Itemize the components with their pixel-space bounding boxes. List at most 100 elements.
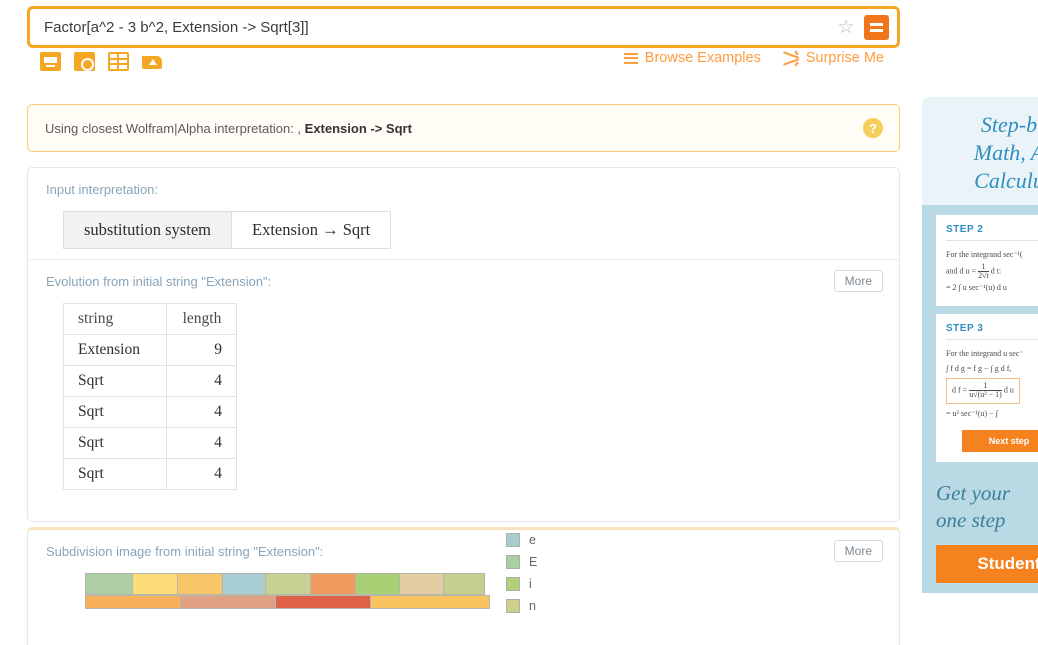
table-row: Sqrt 4 <box>63 458 237 490</box>
notice-emphasis: Extension -> Sqrt <box>304 120 412 136</box>
pod-title-input-interpretation: Input interpretation: <box>46 182 159 197</box>
search-input[interactable] <box>30 18 834 36</box>
cell-length: 4 <box>166 365 237 397</box>
input-interpretation-table: substitution system Extension → Sqrt <box>63 211 392 249</box>
cell-string: Sqrt <box>63 427 167 459</box>
boxed-tail: d u <box>1003 385 1014 395</box>
table-row: Sqrt 4 <box>63 365 237 397</box>
legend-swatch <box>506 577 520 591</box>
subdivision-cell <box>354 573 401 595</box>
subdivision-more-button[interactable]: More <box>833 540 883 562</box>
input-tool-icons <box>40 52 163 71</box>
subdivision-cell <box>443 573 485 595</box>
sidebar-advertisement[interactable]: Step-b Math, A Calculu STEP 2 For the in… <box>922 97 1038 593</box>
subdivision-cell <box>369 595 490 609</box>
star-icon[interactable]: ☆ <box>834 15 858 39</box>
subdivision-row <box>85 595 493 609</box>
subdivision-legend: eEin <box>506 529 537 617</box>
legend-label: e <box>529 533 536 547</box>
boxed-lead: d f = <box>952 385 968 395</box>
camera-icon[interactable] <box>74 52 95 71</box>
pod-input-interpretation: Input interpretation: substitution syste… <box>28 168 899 259</box>
wolfram-alpha-results-page: ☆ Browse Examples Surprise Me Using clos… <box>0 0 1038 645</box>
ad-footer: Get your one step Student <box>922 473 1038 593</box>
results-container-primary: Input interpretation: substitution syste… <box>27 167 900 522</box>
notice-text: Using closest Wolfram|Alpha interpretati… <box>28 121 863 136</box>
divider <box>946 338 1038 340</box>
table-icon[interactable] <box>108 52 129 71</box>
subdivision-cell <box>85 573 134 595</box>
subdivision-cell <box>176 573 223 595</box>
surprise-me-link[interactable]: Surprise Me <box>782 49 884 67</box>
hamburger-icon <box>623 52 638 64</box>
evolution-table: string length Extension 9 Sqrt 4 Sqrt 4 Sqrt 4 S… <box>63 303 237 490</box>
pod-evolution: More Evolution from initial string "Exte… <box>28 259 899 500</box>
search-bar[interactable]: ☆ <box>27 6 900 48</box>
step-3-label: STEP 3 <box>946 322 984 334</box>
shuffle-icon <box>782 49 799 67</box>
interpretation-notice: Using closest Wolfram|Alpha interpretati… <box>27 104 900 152</box>
cell-length: 4 <box>166 427 237 459</box>
evolution-more-button[interactable]: More <box>833 270 883 292</box>
cell-string: Sqrt <box>63 396 167 428</box>
step-2-line-2-lead: and d u = <box>946 266 977 276</box>
legend-swatch <box>506 599 520 613</box>
legend-label: i <box>529 577 532 591</box>
fraction-denominator: 2√t <box>978 271 989 281</box>
toolbar-row: Browse Examples Surprise Me <box>27 49 900 78</box>
cell-string: Sqrt <box>63 458 167 490</box>
step-3-line-4: = u² sec⁻¹(u) − ∫ <box>946 408 998 418</box>
cell-length: 9 <box>166 334 237 366</box>
next-step-button[interactable]: Next step <box>962 429 1038 452</box>
ad-footer-line-1: Get your <box>936 480 1011 505</box>
legend-swatch <box>506 555 520 569</box>
step-2-line-2: and d u = 1 2√t d t: <box>946 262 1038 281</box>
table-row: Sqrt 4 <box>63 427 237 459</box>
fraction-denominator: u√(u² − 1) <box>969 390 1002 400</box>
ad-headline: Step-b Math, A Calculu <box>922 97 1038 206</box>
subdivision-cell <box>179 595 276 609</box>
evolution-table-body: Extension 9 Sqrt 4 Sqrt 4 Sqrt 4 Sqrt 4 <box>63 334 237 490</box>
results-container-subdivision: More Subdivision image from initial stri… <box>27 527 900 645</box>
legend-item: i <box>506 573 537 595</box>
column-header-length: length <box>166 303 237 335</box>
step-3-boxed-formula: d f = 1 u√(u² − 1) d u <box>946 378 1020 404</box>
legend-item: e <box>506 529 537 551</box>
keyboard-icon[interactable] <box>40 52 61 71</box>
legend-label: E <box>529 555 538 569</box>
step-card-3: STEP 3 For the integrand u sec⁻ ∫ f d g … <box>936 313 1038 462</box>
cell-string: Sqrt <box>63 365 167 397</box>
student-cta-button[interactable]: Student <box>936 544 1038 583</box>
fraction: 1 u√(u² − 1) <box>969 381 1002 400</box>
subdivision-cell <box>132 573 178 595</box>
help-icon[interactable]: ? <box>863 118 883 138</box>
step-2-line-1: For the integrand sec⁻¹( <box>946 250 1023 260</box>
subdivision-row <box>85 573 493 595</box>
subdivision-cell <box>310 573 356 595</box>
legend-item: n <box>506 595 537 617</box>
ad-headline-line-1: Step-b <box>980 112 1038 137</box>
browse-examples-link[interactable]: Browse Examples <box>623 50 761 66</box>
step-2-line-2-tail: d t: <box>990 266 1002 276</box>
toolbar-links: Browse Examples Surprise Me <box>623 49 884 67</box>
legend-label: n <box>529 599 536 613</box>
table-row: Extension 9 <box>63 334 237 366</box>
subdivision-cell <box>85 595 181 609</box>
pod-subdivision: More Subdivision image from initial stri… <box>28 530 899 613</box>
interp-cell-system: substitution system <box>64 212 231 248</box>
step-2-line-3: = 2 ∫ u sec⁻¹(u) d u <box>946 283 1007 293</box>
ad-headline-line-2: Math, A <box>973 140 1038 166</box>
ad-headline-line-3: Calculu <box>974 168 1038 194</box>
surprise-me-label: Surprise Me <box>805 50 884 66</box>
compute-equals-button[interactable] <box>864 14 889 40</box>
upload-icon[interactable] <box>142 52 163 71</box>
browse-examples-label: Browse Examples <box>644 50 761 66</box>
step-3-line-1: For the integrand u sec⁻ <box>946 348 1024 358</box>
cell-length: 4 <box>166 458 237 490</box>
notice-prefix: Using closest Wolfram|Alpha interpretati… <box>45 120 302 136</box>
subdivision-cell <box>221 573 267 595</box>
pod-title-evolution: Evolution from initial string "Extension… <box>46 274 272 289</box>
ad-footer-line-2: one step <box>936 508 1006 533</box>
step-3-line-2: ∫ f d g = f g − ∫ g d f, <box>946 363 1012 373</box>
step-2-label: STEP 2 <box>946 224 984 236</box>
